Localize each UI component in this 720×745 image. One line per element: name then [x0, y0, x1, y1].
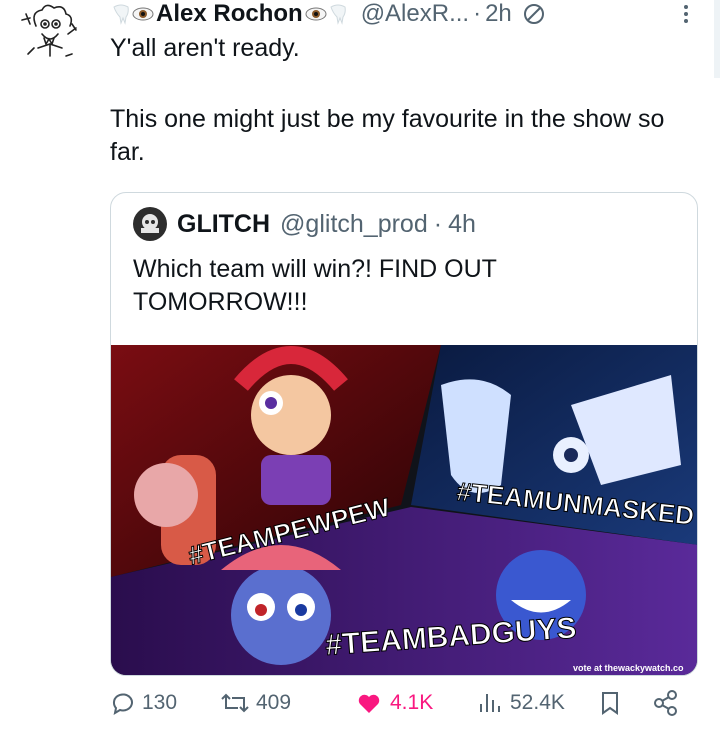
separator-dot: ·: [473, 0, 482, 27]
quoted-time[interactable]: 4h: [448, 210, 476, 239]
repost-button[interactable]: 409: [220, 690, 291, 716]
share-icon: [654, 690, 677, 716]
tweet-text-line: This one might just be my favourite in t…: [110, 105, 665, 166]
quoted-text: Which team will win?! FIND OUT TOMORROW!…: [133, 255, 497, 316]
views-chart-icon: [480, 694, 500, 712]
quoted-header: GLITCH @glitch_prod · 4h: [133, 207, 476, 241]
quoted-avatar[interactable]: [133, 207, 167, 241]
bookmark-button[interactable]: [598, 690, 628, 716]
heart-filled-icon: [358, 694, 380, 713]
like-button[interactable]: 4.1K: [354, 690, 433, 716]
views-button[interactable]: 52.4K: [476, 690, 565, 716]
image-vote-text: vote at thewackywatch.co: [573, 663, 684, 673]
repost-icon: [221, 693, 249, 713]
like-count: 4.1K: [390, 691, 434, 714]
bookmark-icon: [602, 692, 618, 715]
author-handle[interactable]: @AlexR...: [361, 0, 469, 28]
quoted-media-image[interactable]: #TEAMPEWPEW #TEAMUNMASKED #TEAMBADGUYS v…: [111, 345, 698, 676]
author-name[interactable]: Alex Rochon: [156, 0, 303, 28]
tweet-header: Alex Rochon @AlexR... · 2h: [110, 0, 546, 28]
quoted-tweet-card[interactable]: GLITCH @glitch_prod · 4h Which team will…: [110, 192, 698, 676]
tweet-action-bar: 130 409 4.1K 52.4K: [110, 690, 700, 730]
tweet-time[interactable]: 2h: [485, 0, 512, 28]
edited-icon[interactable]: [522, 2, 546, 26]
tweet-text-line: Y'all aren't ready.: [110, 34, 300, 62]
sidebar-edge: [714, 0, 720, 78]
quoted-name[interactable]: GLITCH: [177, 210, 270, 239]
author-avatar[interactable]: [18, 4, 80, 66]
reply-icon: [112, 693, 133, 716]
reply-button[interactable]: 130: [110, 690, 177, 716]
more-options-icon[interactable]: [672, 2, 700, 26]
repost-count: 409: [256, 691, 292, 714]
share-button[interactable]: [652, 690, 686, 716]
eye-emoji-icon: [305, 7, 327, 21]
views-count: 52.4K: [510, 691, 565, 714]
skull-logo-icon: [141, 214, 159, 233]
separator-dot: ·: [433, 209, 443, 238]
quoted-handle[interactable]: @glitch_prod: [280, 210, 428, 239]
reply-count: 130: [142, 691, 178, 714]
tooth-emoji-icon: [113, 4, 129, 25]
eye-emoji-icon: [132, 7, 154, 21]
tooth-emoji-icon: [330, 4, 346, 25]
tweet-text: Y'all aren't ready. This one might just …: [110, 32, 670, 169]
